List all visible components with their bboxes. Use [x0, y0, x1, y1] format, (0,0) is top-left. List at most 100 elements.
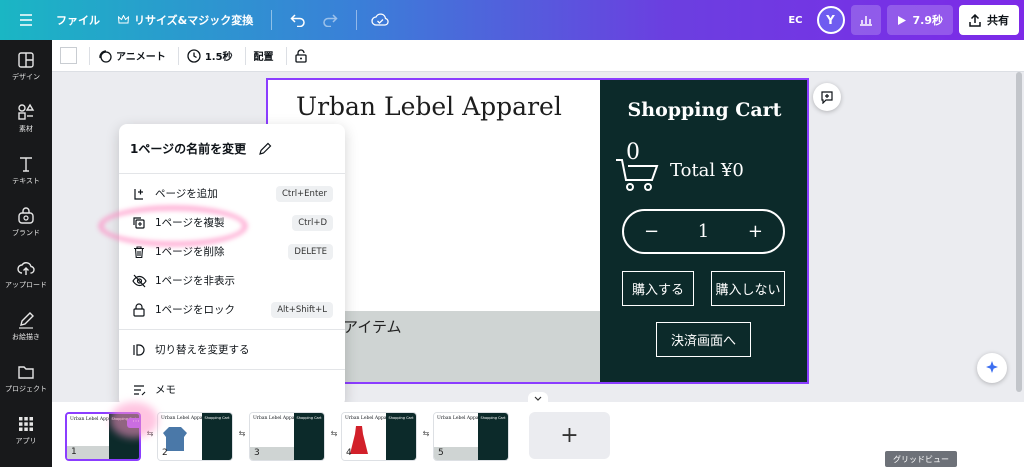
menu-item-label: 1ページを非表示 — [155, 275, 235, 287]
play-icon — [897, 15, 907, 26]
share-button[interactable]: 共有 — [959, 5, 1019, 35]
thumb-cart: Shopping Cart — [202, 413, 232, 460]
sidebar-item-label: テキスト — [12, 176, 40, 185]
sidebar-item-draw[interactable]: お絵描き — [0, 300, 52, 352]
divider — [285, 46, 287, 65]
no-buy-button[interactable]: 購入しない — [711, 271, 785, 306]
page-thumbnail-1[interactable]: Urban Lebel Apparel Shopping Cart 1 ··· — [65, 412, 141, 461]
lock-icon[interactable] — [294, 48, 307, 63]
sidebar-item-upload[interactable]: アップロード — [0, 248, 52, 300]
divider — [244, 46, 246, 65]
eye-off-icon — [131, 273, 147, 289]
thumb-cart: Shopping Cart — [478, 413, 508, 460]
sidebar-item-text[interactable]: テキスト — [0, 144, 52, 196]
position-button[interactable]: 配置 — [254, 48, 274, 63]
shortcut-badge: Alt+Shift+L — [271, 301, 333, 318]
hide-page-menu-item[interactable]: 1ページを非表示 — [119, 266, 345, 295]
add-comment-icon[interactable] — [813, 83, 841, 111]
grid-view-button[interactable]: グリッドビュー — [885, 451, 957, 467]
cart-total: Total ¥0 — [670, 160, 744, 181]
design-icon — [18, 51, 34, 68]
transition-icon[interactable]: ⇆ — [145, 429, 155, 443]
rename-page-item[interactable]: 1ページの名前を変更 — [119, 124, 345, 174]
duplicate-page-menu-item[interactable]: 1ページを複製 Ctrl+D — [119, 208, 345, 237]
background-color-swatch[interactable] — [60, 47, 77, 64]
design-page[interactable]: Urban Lebel Apparel アイテム Shopping Cart 0… — [266, 78, 809, 384]
page-title[interactable]: Urban Lebel Apparel — [296, 92, 562, 121]
magic-assistant-icon[interactable] — [977, 353, 1007, 383]
thumb-cart-title: Shopping Cart — [388, 416, 414, 420]
lock-page-menu-item[interactable]: 1ページをロック Alt+Shift+L — [119, 295, 345, 324]
transition-icon[interactable]: ⇆ — [329, 429, 339, 443]
notes-menu-item[interactable]: メモ — [119, 375, 345, 404]
sidebar-item-label: アプリ — [15, 436, 37, 445]
add-page-button[interactable]: + — [529, 412, 610, 459]
thumb-cart-title: Shopping Cart — [480, 416, 506, 420]
undo-icon[interactable] — [282, 0, 314, 40]
animate-label: アニメート — [116, 52, 166, 63]
add-page-menu-item[interactable]: ページを追加 Ctrl+Enter — [119, 179, 345, 208]
buy-button[interactable]: 購入する — [622, 271, 694, 306]
page-thumbnail-5[interactable]: Urban Lebel Apparel Shopping Cart 5 — [433, 412, 509, 461]
more-options-icon[interactable]: ··· — [127, 418, 139, 428]
divider — [89, 46, 90, 65]
sidebar-item-label: 素材 — [19, 124, 33, 133]
cart-title[interactable]: Shopping Cart — [600, 99, 807, 121]
menu-item-label: 1ページをロック — [155, 304, 235, 316]
insights-icon[interactable] — [850, 5, 881, 35]
checkout-button[interactable]: 決済画面へ — [656, 322, 751, 357]
delete-page-menu-item[interactable]: 1ページを削除 DELETE — [119, 237, 345, 266]
quantity-stepper[interactable]: − 1 + — [622, 209, 785, 254]
change-transition-menu-item[interactable]: 切り替えを変更する — [119, 335, 345, 364]
menu-item-label: メモ — [155, 384, 176, 396]
shopping-cart-panel: Shopping Cart 0 Total ¥0 − 1 + 購入する 購入しな… — [600, 80, 807, 382]
thumb-number: 5 — [438, 448, 444, 458]
page-context-menu: 1ページの名前を変更 ページを追加 Ctrl+Enter 1ページを複製 Ctr… — [119, 124, 345, 407]
thumb-cart-title: Shopping Cart — [204, 416, 230, 420]
page-thumbnail-2[interactable]: Urban Lebel Apparel Shopping Cart 2 — [157, 412, 233, 461]
editor-toolbar: アニメート 1.5秒 配置 — [52, 40, 1024, 72]
duration-button[interactable]: 1.5秒 — [187, 48, 233, 63]
page-thumbnail-4[interactable]: Urban Lebel Apparel Shopping Cart 4 — [341, 412, 417, 461]
duration-label: 1.5秒 — [204, 52, 233, 63]
upload-icon — [17, 261, 35, 275]
divider — [356, 10, 358, 30]
avatar[interactable]: Y — [816, 6, 845, 34]
cloud-saved-icon[interactable] — [367, 0, 393, 40]
draw-icon — [19, 311, 34, 329]
menu-icon[interactable] — [0, 0, 52, 40]
menu-item-label: 1ページを削除 — [155, 246, 225, 258]
thumb-number: 3 — [254, 448, 260, 458]
vertical-scrollbar[interactable] — [1016, 72, 1022, 392]
page-thumbnail-3[interactable]: Urban Lebel Apparel Shopping Cart 3 — [249, 412, 325, 461]
brand-icon — [18, 206, 34, 224]
quantity-value: 1 — [697, 221, 710, 242]
quantity-minus-button[interactable]: − — [644, 221, 659, 242]
notes-icon — [131, 382, 147, 398]
sidebar-item-apps[interactable]: アプリ — [0, 404, 52, 456]
transition-icon[interactable]: ⇆ — [421, 429, 431, 443]
shortcut-badge: Ctrl+Enter — [275, 185, 333, 202]
quantity-plus-button[interactable]: + — [748, 221, 763, 242]
sidebar-item-projects[interactable]: プロジェクト — [0, 352, 52, 404]
trash-icon — [131, 244, 147, 260]
sidebar-item-label: デザイン — [12, 72, 40, 81]
redo-icon[interactable] — [314, 0, 346, 40]
resize-magic-label: リサイズ&マジック変換 — [134, 14, 254, 27]
transition-icon[interactable]: ⇆ — [237, 429, 247, 443]
elements-icon — [18, 103, 35, 120]
file-menu-button[interactable]: ファイル — [52, 0, 110, 40]
play-duration: 7.9秒 — [912, 14, 944, 27]
add-page-icon — [131, 186, 147, 202]
shortcut-badge: DELETE — [288, 243, 333, 260]
resize-magic-button[interactable]: リサイズ&マジック変換 — [110, 0, 261, 40]
sidebar-item-brand[interactable]: ブランド — [0, 196, 52, 248]
sidebar-item-design[interactable]: デザイン — [0, 40, 52, 92]
play-button[interactable]: 7.9秒 — [886, 5, 953, 35]
animate-button[interactable]: アニメート — [98, 48, 166, 63]
sidebar-item-elements[interactable]: 素材 — [0, 92, 52, 144]
account-initials[interactable]: EC — [774, 0, 816, 40]
cart-count: 0 — [626, 140, 640, 165]
items-label[interactable]: アイテム — [343, 316, 402, 337]
thumb-cart: Shopping Cart — [386, 413, 416, 460]
